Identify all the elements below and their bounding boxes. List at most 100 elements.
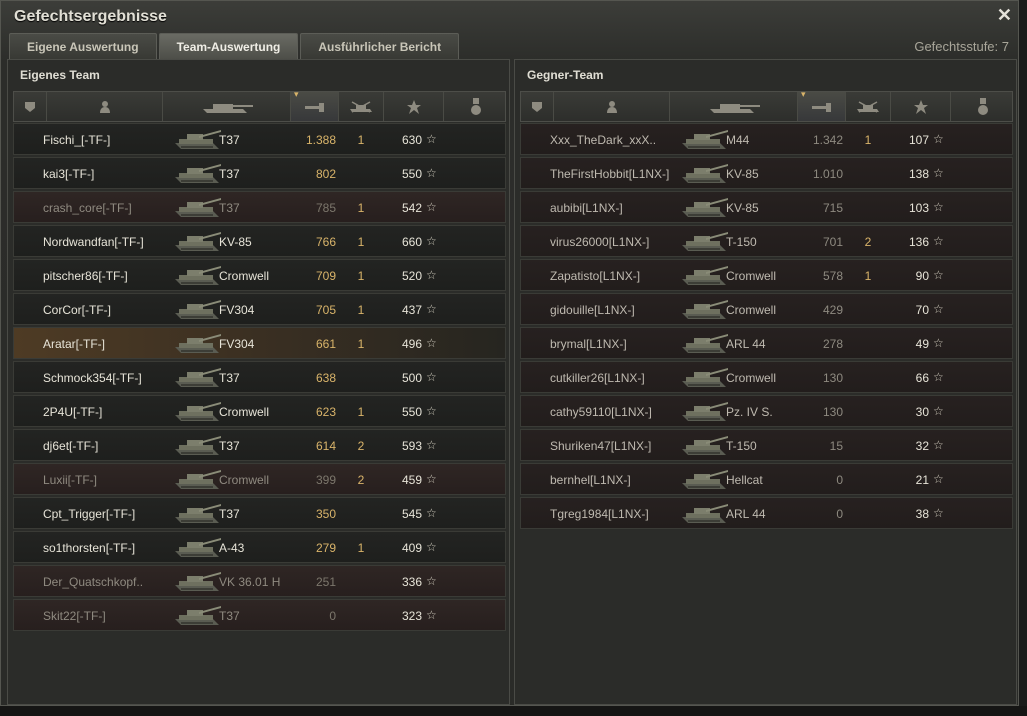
table-row[interactable]: Schmock354[-TF-] T37 638 500 ☆ — [13, 361, 506, 393]
table-row[interactable]: virus26000[L1NX-] T-150 701 2 136 ☆ — [520, 225, 1013, 257]
points-value: 437 — [401, 303, 422, 317]
player-name[interactable]: cathy59110[L1NX-] — [550, 405, 652, 419]
player-name[interactable]: Zapatisto[L1NX-] — [550, 269, 640, 283]
table-row[interactable]: aubibi[L1NX-] KV-85 715 103 ☆ — [520, 191, 1013, 223]
table-row[interactable]: Aratar[-TF-] FV304 661 1 496 ☆ — [13, 327, 506, 359]
tank-thumbnail — [175, 130, 221, 149]
points-value: 136 — [908, 235, 929, 249]
tank-thumbnail — [175, 538, 221, 557]
table-row[interactable]: Tgreg1984[L1NX-] ARL 44 0 38 ☆ — [520, 497, 1013, 529]
table-row[interactable]: cathy59110[L1NX-] Pz. IV S. 130 30 ☆ — [520, 395, 1013, 427]
kills-value: 1 — [357, 303, 365, 317]
table-row[interactable]: Nordwandfan[-TF-] KV-85 766 1 660 ☆ — [13, 225, 506, 257]
player-name[interactable]: Der_Quatschkopf.. — [43, 575, 143, 589]
tab-detailed-report[interactable]: Ausführlicher Bericht — [300, 33, 460, 59]
player-name[interactable]: Schmock354[-TF-] — [43, 371, 142, 385]
xp-value: 399 — [315, 473, 336, 487]
player-name[interactable]: so1thorsten[-TF-] — [43, 541, 135, 555]
table-row[interactable]: pitscher86[-TF-] Cromwell 709 1 520 ☆ — [13, 259, 506, 291]
table-row[interactable]: brymal[L1NX-] ARL 44 278 49 ☆ — [520, 327, 1013, 359]
table-row[interactable]: bernhel[L1NX-] Hellcat 0 21 ☆ — [520, 463, 1013, 495]
points-value: 90 — [915, 269, 929, 283]
table-row[interactable]: Cpt_Trigger[-TF-] T37 350 545 ☆ — [13, 497, 506, 529]
xp-icon[interactable]: ▾ — [291, 89, 339, 121]
table-row[interactable]: Shuriken47[L1NX-] T-150 15 32 ☆ — [520, 429, 1013, 461]
table-row[interactable]: 2P4U[-TF-] Cromwell 623 1 550 ☆ — [13, 395, 506, 427]
window-title: Gefechtsergebnisse — [14, 8, 167, 25]
tab-personal-results[interactable]: Eigene Auswertung — [9, 33, 157, 59]
tank-thumbnail — [682, 470, 728, 489]
player-name[interactable]: kai3[-TF-] — [43, 167, 94, 181]
close-icon[interactable]: ✕ — [997, 5, 1012, 26]
table-row[interactable]: TheFirstHobbit[L1NX-] KV-85 1.010 138 ☆ — [520, 157, 1013, 189]
enemy-team-title: Gegner-Team — [527, 68, 604, 82]
player-name[interactable]: Nordwandfan[-TF-] — [43, 235, 144, 249]
player-name[interactable]: Shuriken47[L1NX-] — [550, 439, 651, 453]
table-row[interactable]: dj6et[-TF-] T37 614 2 593 ☆ — [13, 429, 506, 461]
tank-thumbnail — [175, 266, 221, 285]
player-name[interactable]: crash_core[-TF-] — [43, 201, 132, 215]
kills-icon[interactable] — [846, 92, 891, 121]
xp-icon[interactable]: ▾ — [798, 89, 846, 121]
player-name[interactable]: TheFirstHobbit[L1NX-] — [550, 167, 669, 181]
kills-value: 1 — [357, 337, 365, 351]
table-row[interactable]: Luxii[-TF-] Cromwell 399 2 459 ☆ — [13, 463, 506, 495]
star-icon: ☆ — [426, 370, 437, 384]
player-name[interactable]: CorCor[-TF-] — [43, 303, 111, 317]
platoon-icon[interactable] — [521, 92, 554, 121]
medal-icon[interactable] — [951, 92, 1014, 121]
medal-icon[interactable] — [444, 92, 507, 121]
player-name[interactable]: Tgreg1984[L1NX-] — [550, 507, 649, 521]
player-name[interactable]: Aratar[-TF-] — [43, 337, 105, 351]
table-row[interactable]: gidouille[L1NX-] Cromwell 429 70 ☆ — [520, 293, 1013, 325]
table-row[interactable]: Fischi_[-TF-] T37 1.388 1 630 ☆ — [13, 123, 506, 155]
xp-value: 705 — [315, 303, 336, 317]
platoon-icon[interactable] — [14, 92, 47, 121]
points-value: 409 — [401, 541, 422, 555]
player-icon[interactable] — [47, 92, 163, 121]
player-name[interactable]: cutkiller26[L1NX-] — [550, 371, 645, 385]
points-icon[interactable] — [384, 92, 444, 121]
table-row[interactable]: Der_Quatschkopf.. VK 36.01 H 251 336 ☆ — [13, 565, 506, 597]
points-icon[interactable] — [891, 92, 951, 121]
player-name[interactable]: Luxii[-TF-] — [43, 473, 97, 487]
player-name[interactable]: dj6et[-TF-] — [43, 439, 98, 453]
table-row[interactable]: cutkiller26[L1NX-] Cromwell 130 66 ☆ — [520, 361, 1013, 393]
player-name[interactable]: bernhel[L1NX-] — [550, 473, 631, 487]
tab-team-results[interactable]: Team-Auswertung — [158, 33, 299, 59]
table-row[interactable]: Skit22[-TF-] T37 0 323 ☆ — [13, 599, 506, 631]
tank-icon[interactable] — [670, 92, 798, 121]
table-row[interactable]: CorCor[-TF-] FV304 705 1 437 ☆ — [13, 293, 506, 325]
player-name[interactable]: brymal[L1NX-] — [550, 337, 627, 351]
star-icon: ☆ — [426, 608, 437, 622]
star-icon: ☆ — [933, 506, 944, 520]
xp-value: 715 — [822, 201, 843, 215]
tank-icon[interactable] — [163, 92, 291, 121]
tank-name: FV304 — [219, 303, 255, 317]
player-name[interactable]: gidouille[L1NX-] — [550, 303, 635, 317]
star-icon: ☆ — [426, 234, 437, 248]
enemy-team-panel: Gegner-Team ▾ Xxx_TheDark_xxX.. M44 1.34… — [514, 59, 1017, 705]
player-name[interactable]: Xxx_TheDark_xxX.. — [550, 133, 656, 147]
player-name[interactable]: Cpt_Trigger[-TF-] — [43, 507, 135, 521]
table-row[interactable]: crash_core[-TF-] T37 785 1 542 ☆ — [13, 191, 506, 223]
tank-thumbnail — [682, 130, 728, 149]
tank-thumbnail — [682, 436, 728, 455]
player-name[interactable]: aubibi[L1NX-] — [550, 201, 623, 215]
player-icon[interactable] — [554, 92, 670, 121]
points-value: 593 — [401, 439, 422, 453]
player-name[interactable]: 2P4U[-TF-] — [43, 405, 102, 419]
table-row[interactable]: kai3[-TF-] T37 802 550 ☆ — [13, 157, 506, 189]
player-name[interactable]: virus26000[L1NX-] — [550, 235, 649, 249]
tank-thumbnail — [175, 436, 221, 455]
tank-name: ARL 44 — [726, 507, 766, 521]
kills-icon[interactable] — [339, 92, 384, 121]
battle-results-window: Gefechtsergebnisse ✕ Eigene Auswertung T… — [0, 0, 1019, 706]
table-row[interactable]: so1thorsten[-TF-] A-43 279 1 409 ☆ — [13, 531, 506, 563]
player-name[interactable]: Skit22[-TF-] — [43, 609, 106, 623]
table-row[interactable]: Zapatisto[L1NX-] Cromwell 578 1 90 ☆ — [520, 259, 1013, 291]
table-row[interactable]: Xxx_TheDark_xxX.. M44 1.342 1 107 ☆ — [520, 123, 1013, 155]
kills-value: 1 — [357, 201, 365, 215]
player-name[interactable]: pitscher86[-TF-] — [43, 269, 128, 283]
player-name[interactable]: Fischi_[-TF-] — [43, 133, 110, 147]
